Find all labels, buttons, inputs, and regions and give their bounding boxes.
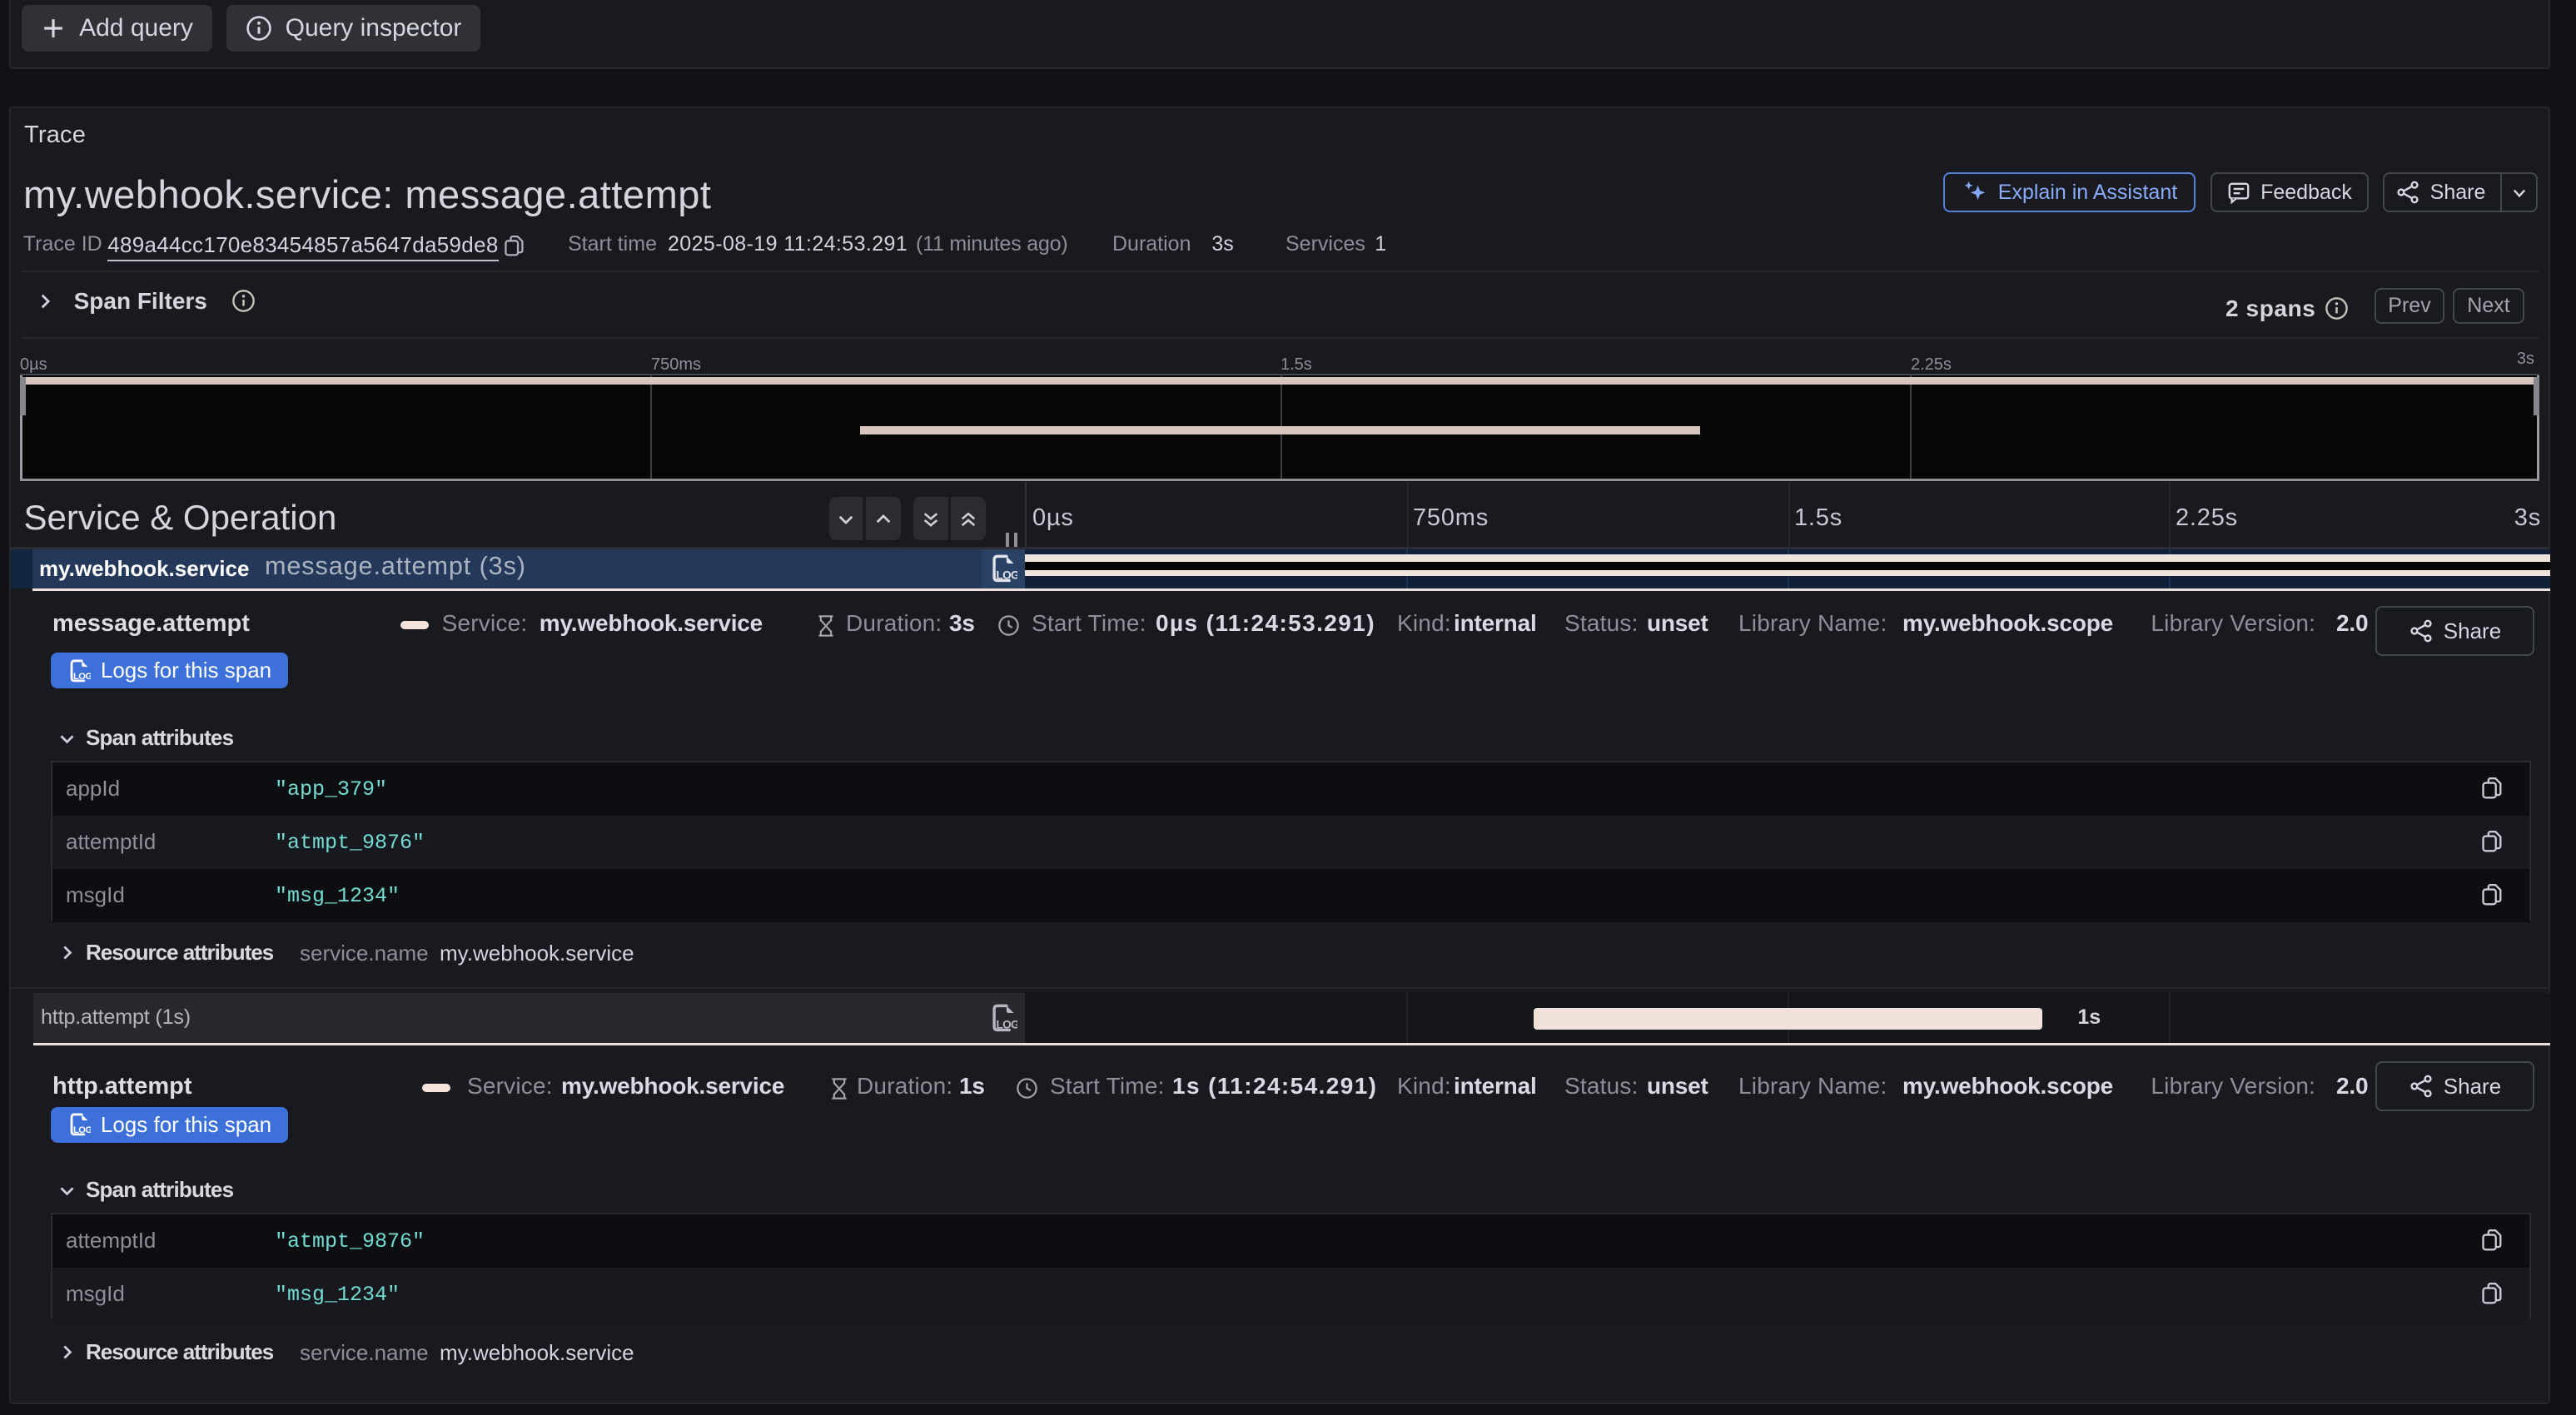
svg-text:LOG: LOG <box>73 672 91 682</box>
svg-text:LOG: LOG <box>73 1125 91 1135</box>
svg-text:LOG: LOG <box>997 568 1018 581</box>
svg-text:LOG: LOG <box>997 1018 1018 1030</box>
